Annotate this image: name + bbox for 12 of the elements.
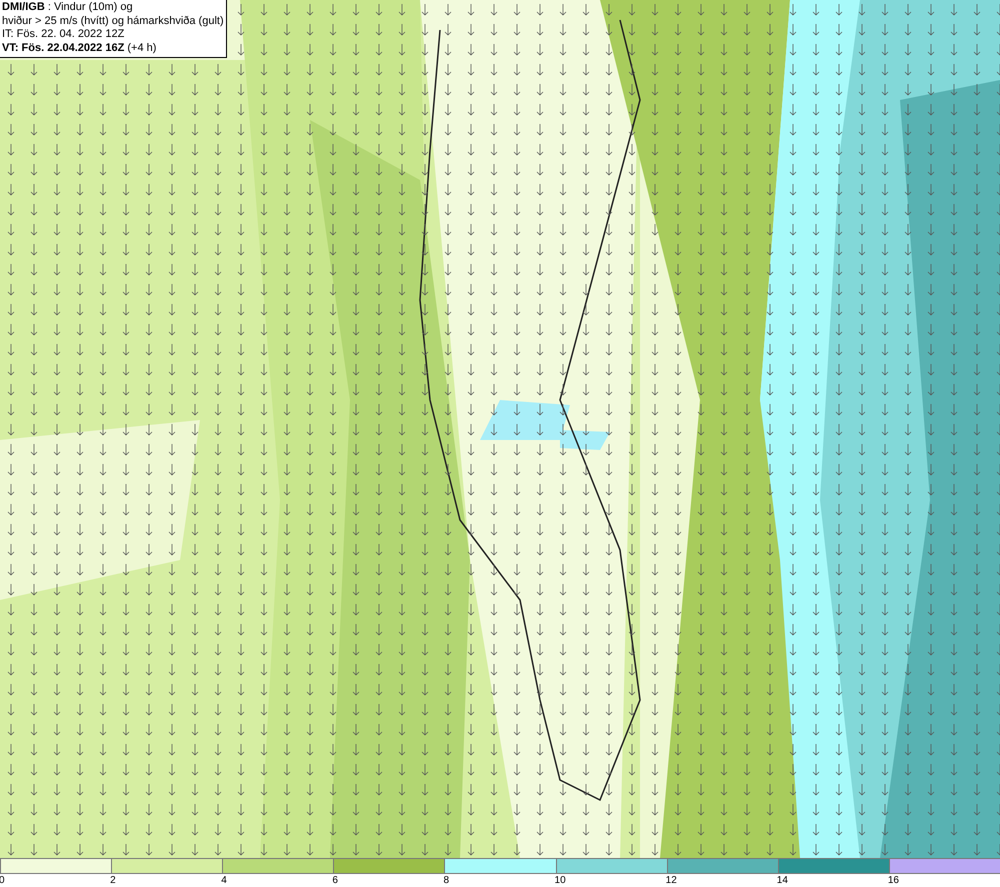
legend-tick-label: 10 xyxy=(554,874,566,887)
legend-tick-label: 12 xyxy=(666,874,677,887)
legend-tick-label: 14 xyxy=(776,874,788,887)
legend-tick-label: 8 xyxy=(443,874,449,887)
legend-tick-label: 4 xyxy=(221,874,227,887)
header-text: DMI/IGB : Vindur (10m) og xyxy=(2,1,134,14)
legend-tick-label: 2 xyxy=(110,874,116,887)
legend-tick-label: 16 xyxy=(888,874,899,887)
legend-tick-label: 6 xyxy=(332,874,338,887)
header-text: hviður > 25 m/s (hvítt) og hámarkshviða (gult) xyxy=(2,14,224,28)
header-text: VT: Fös. 22.04.2022 16Z (+4 h) xyxy=(2,42,158,55)
header-text: IT: Fös. 22. 04. 2022 12Z xyxy=(2,28,126,42)
